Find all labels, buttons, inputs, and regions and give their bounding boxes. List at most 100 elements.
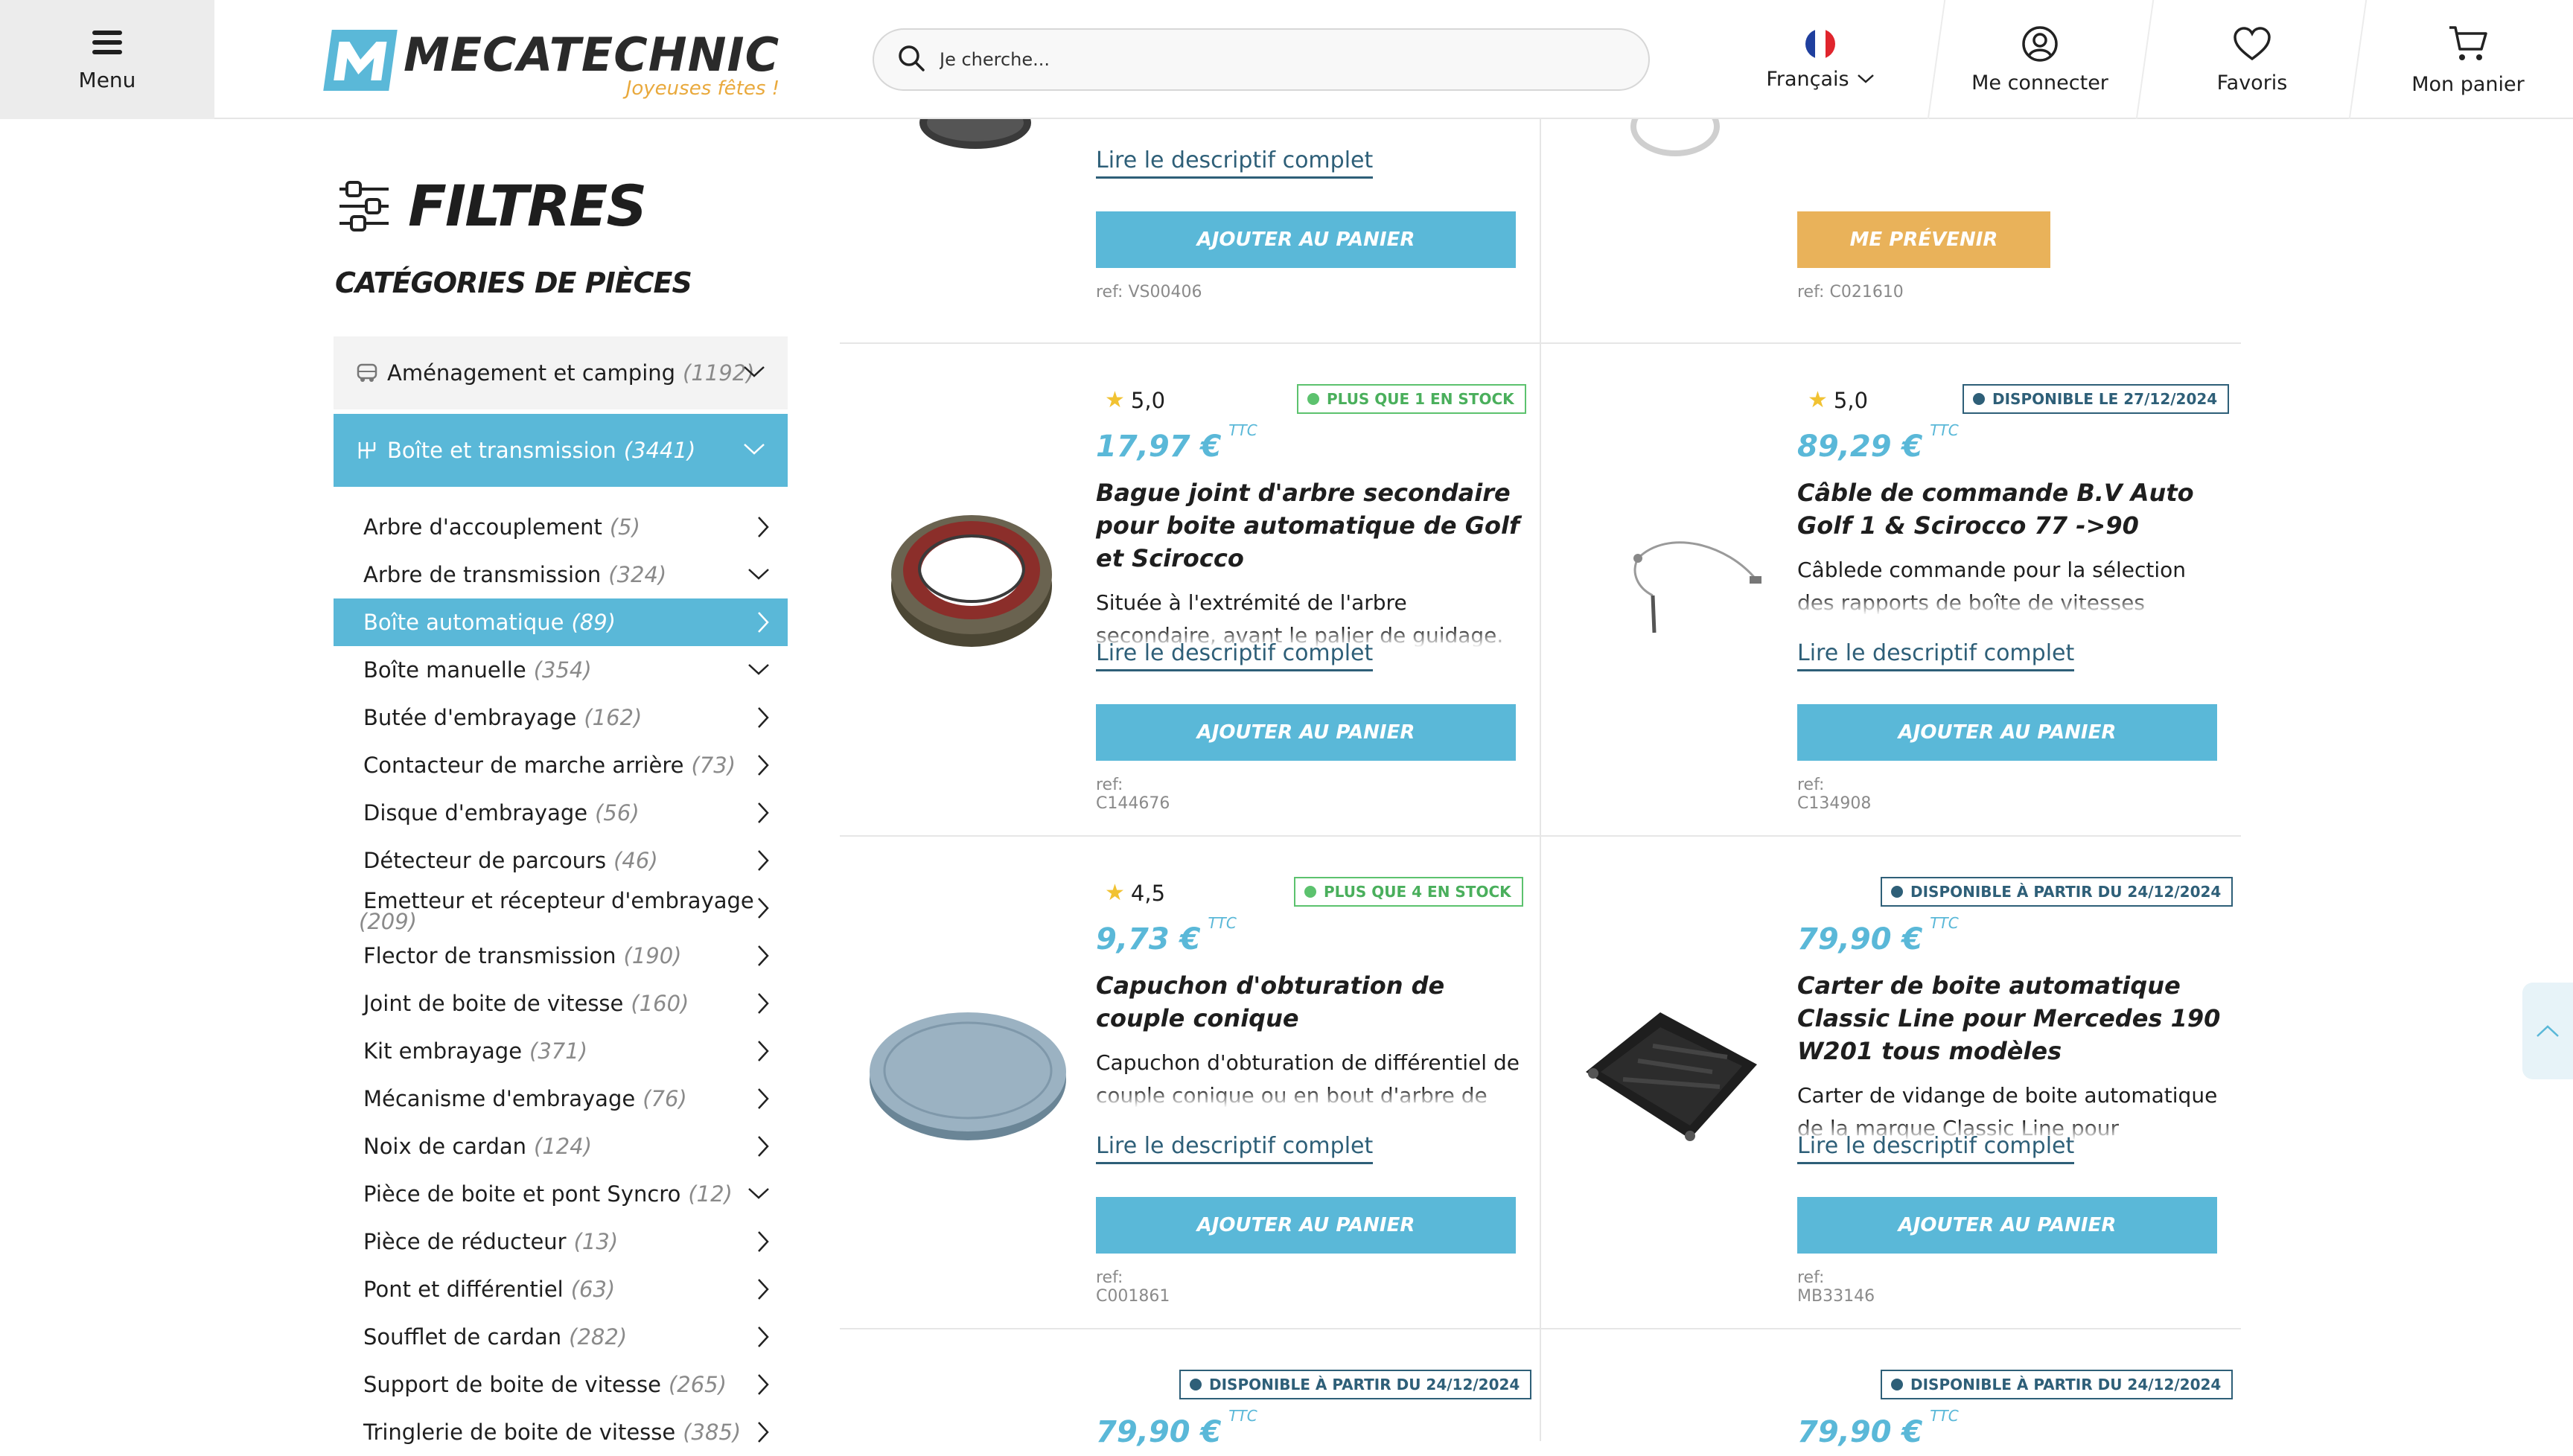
read-more-link[interactable]: Lire le descriptif complet xyxy=(1797,640,2075,671)
add-to-cart-button[interactable]: AJOUTER AU PANIER xyxy=(1797,704,2217,761)
product-ref: ref: C021610 xyxy=(1797,283,1904,301)
subcategory-item[interactable]: Pièce de réducteur (13) xyxy=(334,1218,788,1265)
subcategory-item[interactable]: Disque d'embrayage (56) xyxy=(334,789,788,837)
chevron-right-icon xyxy=(758,612,769,633)
subcategory-item[interactable]: Arbre de transmission (324) xyxy=(334,551,788,598)
subcategory-label: Kit embrayage xyxy=(363,1038,523,1064)
product-ref: ref: C134908 xyxy=(1797,776,1872,813)
subcategory-count: (73) xyxy=(691,753,736,778)
menu-label: Menu xyxy=(78,67,136,92)
subcategory-count: (209) xyxy=(359,909,417,934)
product-title[interactable]: Câble de commande B.V Auto Golf 1 & Scir… xyxy=(1797,476,2222,542)
badge-text: DISPONIBLE À PARTIR DU 24/12/2024 xyxy=(1910,1376,2222,1393)
read-more-link[interactable]: Lire le descriptif complet xyxy=(1096,1133,1374,1164)
chevron-right-icon xyxy=(758,755,769,776)
subcategory-item[interactable]: Joint de boite de vitesse (160) xyxy=(334,980,788,1027)
subcategory-item[interactable]: Support de boite de vitesse (265) xyxy=(334,1361,788,1408)
search-bar[interactable] xyxy=(873,28,1650,91)
subcategory-item[interactable]: Mécanisme d'embrayage (76) xyxy=(334,1075,788,1123)
product-title[interactable]: Bague joint d'arbre secondaire pour boit… xyxy=(1096,476,1520,575)
favorites-link[interactable]: Favoris xyxy=(2181,0,2323,119)
cart-link[interactable]: Mon panier xyxy=(2397,0,2539,119)
subcategory-item[interactable]: Détecteur de parcours (46) xyxy=(334,837,788,884)
chevron-right-icon xyxy=(758,993,769,1014)
subcategory-item[interactable]: Boîte manuelle (354) xyxy=(334,646,788,694)
logo-name: MECATECHNIC xyxy=(404,28,780,82)
subcategory-label: Noix de cardan xyxy=(363,1134,527,1159)
heart-icon xyxy=(2234,26,2271,60)
subcategory-item[interactable]: Contacteur de marche arrière (73) xyxy=(334,741,788,789)
add-to-cart-button[interactable]: AJOUTER AU PANIER xyxy=(1096,211,1516,268)
subcategory-item[interactable]: Flector de transmission (190) xyxy=(334,932,788,980)
product-price: 17,97 € TTC xyxy=(1096,421,1257,464)
chevron-down-icon xyxy=(744,444,765,455)
product-image[interactable] xyxy=(1563,983,1772,1164)
product-price: 9,73 € TTC xyxy=(1096,914,1237,957)
search-icon xyxy=(896,43,926,76)
subcategory-label: Soufflet de cardan xyxy=(363,1324,562,1350)
add-to-cart-button[interactable]: AJOUTER AU PANIER xyxy=(1096,1197,1516,1254)
cart-label: Mon panier xyxy=(2411,72,2525,96)
add-to-cart-button[interactable]: AJOUTER AU PANIER xyxy=(1096,704,1516,761)
read-more-link[interactable]: Lire le descriptif complet xyxy=(1096,640,1374,671)
site-logo[interactable]: MECATECHNIC Joyeuses fêtes ! xyxy=(323,28,780,100)
subcategory-item[interactable]: Butée d'embrayage (162) xyxy=(334,694,788,741)
subcategory-item[interactable]: Soufflet de cardan (282) xyxy=(334,1313,788,1361)
filters-heading: FILTRES xyxy=(337,173,647,239)
add-to-cart-button[interactable]: AJOUTER AU PANIER xyxy=(1797,1197,2217,1254)
product-image[interactable] xyxy=(865,1003,1071,1148)
category-label: Boîte et transmission xyxy=(387,438,616,463)
chevron-right-icon xyxy=(758,898,769,919)
subcategory-label: Emetteur et récepteur d'embrayage xyxy=(363,888,754,913)
product-title[interactable]: Capuchon d'obturation de couple conique xyxy=(1096,969,1520,1035)
price-value: 79,90 € xyxy=(1096,1415,1222,1449)
chevron-right-icon xyxy=(758,1041,769,1061)
product-image[interactable] xyxy=(1616,119,1735,156)
subcategory-count: (190) xyxy=(623,943,682,968)
subcategory-count: (265) xyxy=(668,1372,727,1397)
grid-divider xyxy=(1540,119,1541,1441)
chevron-down-icon xyxy=(744,366,765,377)
subcategory-item[interactable]: Emetteur et récepteur d'embrayage (209) xyxy=(334,884,788,934)
chevron-right-icon xyxy=(758,707,769,728)
row-divider xyxy=(840,342,2241,344)
user-icon xyxy=(2022,25,2058,62)
subcategory-label: Arbre d'accouplement xyxy=(363,514,602,540)
notify-me-button[interactable]: ME PRÉVENIR xyxy=(1797,211,2050,268)
badge-text: DISPONIBLE À PARTIR DU 24/12/2024 xyxy=(1910,883,2222,901)
read-more-link[interactable]: Lire le descriptif complet xyxy=(1096,147,1374,179)
subcategory-item[interactable]: Noix de cardan (124) xyxy=(334,1123,788,1170)
menu-button[interactable]: Menu xyxy=(0,0,214,119)
price-value: 79,90 € xyxy=(1797,922,1923,957)
subcategory-item[interactable]: Tringlerie de boite de vitesse (385) xyxy=(334,1408,788,1456)
read-more-link[interactable]: Lire le descriptif complet xyxy=(1797,1133,2075,1164)
subcategory-count: (371) xyxy=(529,1038,588,1064)
product-title[interactable]: Carter de boite automatique Classic Line… xyxy=(1797,969,2222,1067)
product-ref: ref: C001861 xyxy=(1096,1268,1170,1306)
category-amenagement-camping[interactable]: Aménagement et camping (1192) xyxy=(334,336,788,409)
subcategory-item[interactable]: Pont et différentiel (63) xyxy=(334,1265,788,1313)
language-label: Français xyxy=(1766,67,1849,91)
ttc-label: TTC xyxy=(1208,914,1237,932)
category-boite-transmission[interactable]: Boîte et transmission (3441) xyxy=(334,414,788,487)
product-image[interactable] xyxy=(1608,521,1772,643)
product-ref: ref: VS00406 xyxy=(1096,283,1202,301)
product-image[interactable] xyxy=(886,508,1057,652)
subcategory-item[interactable]: Boîte automatique (89) xyxy=(334,598,788,646)
login-link[interactable]: Me connecter xyxy=(1965,0,2114,119)
language-selector[interactable]: Français xyxy=(1757,0,1884,119)
product-image[interactable] xyxy=(916,119,1035,149)
chevron-right-icon xyxy=(758,850,769,871)
star-icon: ★ xyxy=(1105,880,1125,906)
product-ref: ref: MB33146 xyxy=(1797,1268,1875,1306)
subcategory-label: Support de boite de vitesse xyxy=(363,1372,661,1397)
subcategory-label: Arbre de transmission xyxy=(363,562,602,587)
subcategory-item[interactable]: Pièce de boite et pont Syncro (12) xyxy=(334,1170,788,1218)
subcategory-count: (13) xyxy=(573,1229,619,1254)
subcategory-item[interactable]: Arbre d'accouplement (5) xyxy=(334,503,788,551)
scroll-to-top-button[interactable] xyxy=(2522,983,2573,1079)
chevron-right-icon xyxy=(758,517,769,537)
subcategory-item[interactable]: Kit embrayage (371) xyxy=(334,1027,788,1075)
subcategory-count: (124) xyxy=(534,1134,593,1159)
search-input[interactable] xyxy=(938,48,1608,71)
